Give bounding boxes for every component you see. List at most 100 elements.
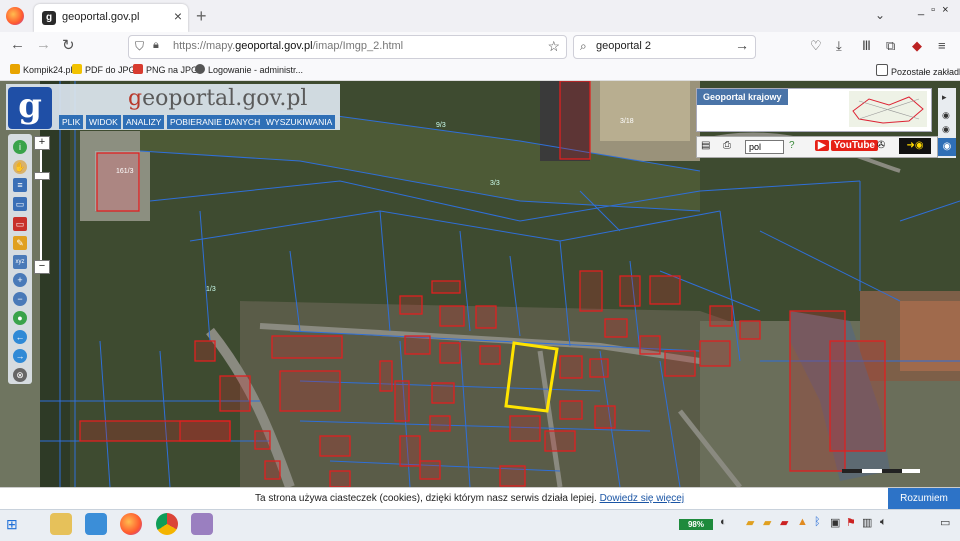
bookmark-folder-other[interactable]: Pozostałe zakładki <box>876 64 960 77</box>
close-tab-icon[interactable]: × <box>174 8 182 24</box>
globe-icon <box>195 64 205 74</box>
xyz-icon[interactable]: xyz <box>13 255 27 269</box>
parcel-label: 9/3 <box>436 122 446 129</box>
youtube-link[interactable]: ▶ YouTube <box>815 140 880 151</box>
crosshair-icon[interactable]: ⊗ <box>13 368 27 382</box>
erase-icon[interactable]: ▭ <box>13 217 27 231</box>
folder-icon <box>876 64 888 76</box>
pocket-icon[interactable]: ♡ <box>810 38 822 54</box>
bluetooth-icon[interactable]: ᛒ <box>814 516 821 528</box>
eye-small-icon[interactable]: ◉ <box>942 110 950 121</box>
krajowy-label: Geoportal krajowy <box>697 89 788 105</box>
tray-note-icon[interactable]: ▰ <box>746 516 754 529</box>
forward-icon[interactable]: → <box>36 36 51 53</box>
download-icon[interactable]: ⤓ <box>836 38 842 54</box>
media-player-icon[interactable] <box>85 513 107 535</box>
battery-indicator[interactable]: 98% <box>679 519 713 530</box>
reload-icon[interactable]: ↻ <box>62 36 75 54</box>
notification-icon[interactable]: ▭ <box>940 516 950 529</box>
printer-icon[interactable]: ⎙ <box>723 140 731 151</box>
cookie-banner: Ta strona używa ciasteczek (cookies), dz… <box>0 487 960 510</box>
cookie-text: Ta strona używa ciasteczek (cookies), dz… <box>255 493 685 504</box>
print-icon[interactable]: ▤ <box>701 140 710 151</box>
eye-active-icon[interactable]: ◉ <box>938 138 956 156</box>
tab-geoportal[interactable]: g geoportal.gov.pl × <box>34 4 188 32</box>
cookie-accept-button[interactable]: Rozumiem <box>888 488 960 510</box>
zoom-out-icon[interactable]: − <box>13 292 27 306</box>
bookmark-icon <box>10 64 20 74</box>
parcel-label: 3/18 <box>620 118 634 125</box>
zoom-in-icon[interactable]: + <box>13 273 27 287</box>
tray-pdf-icon[interactable]: ▰ <box>780 516 788 529</box>
new-tab-button[interactable]: + <box>196 6 207 27</box>
search-value: geoportal 2 <box>596 40 652 52</box>
tray-flag-icon[interactable]: ⚑ <box>846 516 856 529</box>
bookmark-icon <box>133 64 143 74</box>
menu-plik[interactable]: PLIK <box>59 115 84 129</box>
language-select[interactable]: pol <box>745 140 784 154</box>
tray-device-icon[interactable]: ▣ <box>830 516 840 529</box>
layers-icon[interactable]: ≡ <box>13 178 27 192</box>
zoom-handle[interactable] <box>34 172 50 180</box>
menu-wyszukiwania[interactable]: WYSZUKIWANIA <box>263 115 336 129</box>
forward-arrow-icon[interactable]: → <box>13 349 27 363</box>
url-bar[interactable]: ⛉ 🔒︎ https://mapy.geoportal.gov.pl/imap/… <box>128 35 567 59</box>
arrow-icon[interactable]: ▸ <box>942 92 947 103</box>
search-go-icon[interactable]: → <box>735 37 749 53</box>
back-icon[interactable]: ← <box>10 36 25 53</box>
help-icon[interactable]: ? <box>789 140 795 151</box>
bookmark-star-icon[interactable]: ☆ <box>547 38 560 55</box>
addon-icon[interactable]: ◆ <box>912 38 922 54</box>
info-icon[interactable]: i <box>13 140 27 154</box>
shield-icon[interactable]: ⛉ <box>135 39 144 54</box>
firefox-taskbar-icon[interactable] <box>120 513 142 535</box>
search-input[interactable]: ⌕ geoportal 2 → <box>573 35 756 59</box>
menu-icon[interactable]: ≡ <box>938 38 946 53</box>
zoom-slider[interactable]: + − <box>34 136 50 274</box>
firefox-icon[interactable] <box>6 7 24 25</box>
tray-warning-icon[interactable]: ▲ <box>797 516 808 528</box>
youtube-play-icon: ▶ <box>815 140 829 151</box>
pan-hand-icon[interactable]: ✋ <box>13 160 27 174</box>
overview-map[interactable] <box>849 91 927 127</box>
library-icon[interactable]: Ⅲ <box>862 38 871 54</box>
cookie-more-link[interactable]: Dowiedz się więcej <box>600 493 684 504</box>
file-explorer-icon[interactable] <box>50 513 72 535</box>
geoportal-brand: geoportal.gov.pl <box>128 86 308 111</box>
select-area-icon[interactable]: ▭ <box>13 197 27 211</box>
bookmark-item[interactable]: PDF do JPG <box>72 64 136 75</box>
bookmark-item[interactable]: PNG na JPG <box>133 64 198 75</box>
right-side-controls: ▸ ◉ ◉ ◉ <box>938 88 956 158</box>
bookmark-icon <box>72 64 82 74</box>
volume-icon[interactable]: 🔈︎ <box>880 516 887 529</box>
home-app-icon[interactable] <box>191 513 213 535</box>
search-icon: ⌕ <box>580 39 587 53</box>
overview-map-canvas <box>852 96 924 124</box>
lock-icon[interactable]: 🔒︎ <box>153 39 159 52</box>
chevron-down-icon[interactable]: ⌄ <box>875 8 885 22</box>
geoportal-logo-icon[interactable]: g <box>8 87 52 129</box>
back-arrow-icon[interactable]: ← <box>13 330 27 344</box>
bookmark-item[interactable]: Logowanie - administr... <box>195 64 303 75</box>
high-contrast-eye-icon[interactable]: ➜◉ <box>899 138 931 154</box>
extensions-icon[interactable]: ⧉ <box>886 38 895 54</box>
globe-icon[interactable]: ● <box>13 311 27 325</box>
zoom-track <box>40 150 42 260</box>
menu-widok[interactable]: WIDOK <box>86 115 121 129</box>
eye-small-icon[interactable]: ◉ <box>942 124 950 135</box>
tray-folder-icon[interactable]: ▰ <box>763 516 771 529</box>
zoom-plus-button[interactable]: + <box>34 136 50 150</box>
tray-app-icon[interactable]: ◐ <box>720 516 727 528</box>
zoom-minus-button[interactable]: − <box>34 260 50 274</box>
bookmark-item[interactable]: Kompik24.pl <box>10 64 73 75</box>
accessibility-icon[interactable]: ✇ <box>877 140 885 151</box>
draw-pencil-icon[interactable]: ✎ <box>13 236 27 250</box>
menu-analizy[interactable]: ANALIZY <box>123 115 165 129</box>
start-icon[interactable]: ⊞ <box>6 516 18 533</box>
geoportal-krajowy-panel[interactable]: Geoportal krajowy <box>696 88 932 132</box>
window-controls[interactable]: _ ▫ × <box>918 4 951 16</box>
network-icon[interactable]: ▥ <box>862 516 872 529</box>
chrome-icon[interactable] <box>156 513 178 535</box>
menu-pobieranie-danych[interactable]: POBIERANIE DANYCH <box>167 115 264 129</box>
geoportal-tools-bar: ▤ ⎙ pol ? ▶ YouTube ✇ ➜◉ <box>696 136 938 158</box>
